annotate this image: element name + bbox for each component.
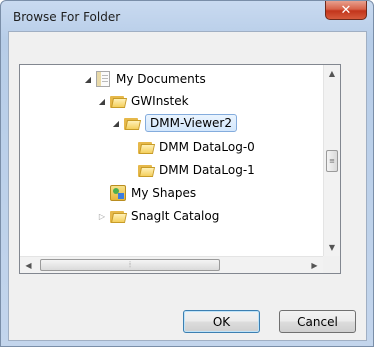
tree-item-my-shapes[interactable]: My Shapes — [97, 182, 196, 204]
tree-item-label: GWInstek — [131, 94, 189, 108]
close-icon: ✕ — [340, 2, 352, 18]
scroll-down-arrow-icon[interactable]: ▼ — [324, 239, 340, 256]
tree-item-dmm-datalog-1[interactable]: DMM DataLog-1 — [125, 159, 255, 181]
tree-item-snagit-catalog[interactable]: ▷ SnagIt Catalog — [97, 205, 219, 227]
vertical-scrollbar[interactable]: ▲ ≡ ▼ — [323, 65, 340, 256]
folder-tree[interactable]: ◢ My Documents ◢ GWInstek ◢ DMM-Viewer2 … — [19, 64, 341, 274]
tree-item-label: DMM DataLog-1 — [159, 163, 255, 177]
tree-item-label: My Shapes — [131, 186, 197, 200]
vertical-scroll-thumb[interactable]: ≡ — [326, 150, 338, 172]
tree-item-dmm-datalog-0[interactable]: DMM DataLog-0 — [125, 136, 255, 158]
scroll-right-arrow-icon[interactable]: ▶ — [306, 257, 323, 273]
documents-icon — [96, 71, 110, 87]
scrollbar-corner — [323, 256, 340, 273]
folder-icon — [110, 210, 128, 223]
close-button[interactable]: ✕ — [325, 1, 367, 20]
horizontal-scrollbar[interactable]: ◀ ⦙ ▶ — [20, 256, 323, 273]
horizontal-scroll-thumb[interactable]: ⦙ — [40, 259, 220, 271]
tree-item-my-documents[interactable]: ◢ My Documents — [83, 68, 206, 90]
tree-item-dmm-viewer2[interactable]: ◢ DMM-Viewer2 — [111, 112, 238, 134]
title-bar[interactable]: Browse For Folder ✕ — [1, 1, 373, 31]
folder-icon — [138, 141, 156, 154]
shapes-folder-icon — [110, 185, 126, 201]
scroll-up-arrow-icon[interactable]: ▲ — [324, 65, 340, 82]
tree-item-label: SnagIt Catalog — [131, 209, 220, 223]
folder-icon — [138, 164, 156, 177]
ok-button[interactable]: OK — [183, 310, 260, 333]
tree-item-label: My Documents — [116, 72, 206, 86]
expanded-arrow-icon[interactable]: ◢ — [97, 97, 107, 106]
expanded-arrow-icon[interactable]: ◢ — [111, 119, 121, 128]
expanded-arrow-icon[interactable]: ◢ — [83, 75, 93, 84]
tree-item-label: DMM DataLog-0 — [159, 140, 255, 154]
tree-item-label-selected: DMM-Viewer2 — [145, 114, 238, 132]
collapsed-arrow-icon[interactable]: ▷ — [97, 212, 107, 221]
tree-item-gwinstek[interactable]: ◢ GWInstek — [97, 90, 189, 112]
folder-icon — [110, 95, 128, 108]
folder-icon — [124, 117, 142, 130]
cancel-button[interactable]: Cancel — [279, 310, 356, 333]
scroll-left-arrow-icon[interactable]: ◀ — [20, 257, 37, 273]
dialog-title: Browse For Folder — [13, 10, 121, 24]
